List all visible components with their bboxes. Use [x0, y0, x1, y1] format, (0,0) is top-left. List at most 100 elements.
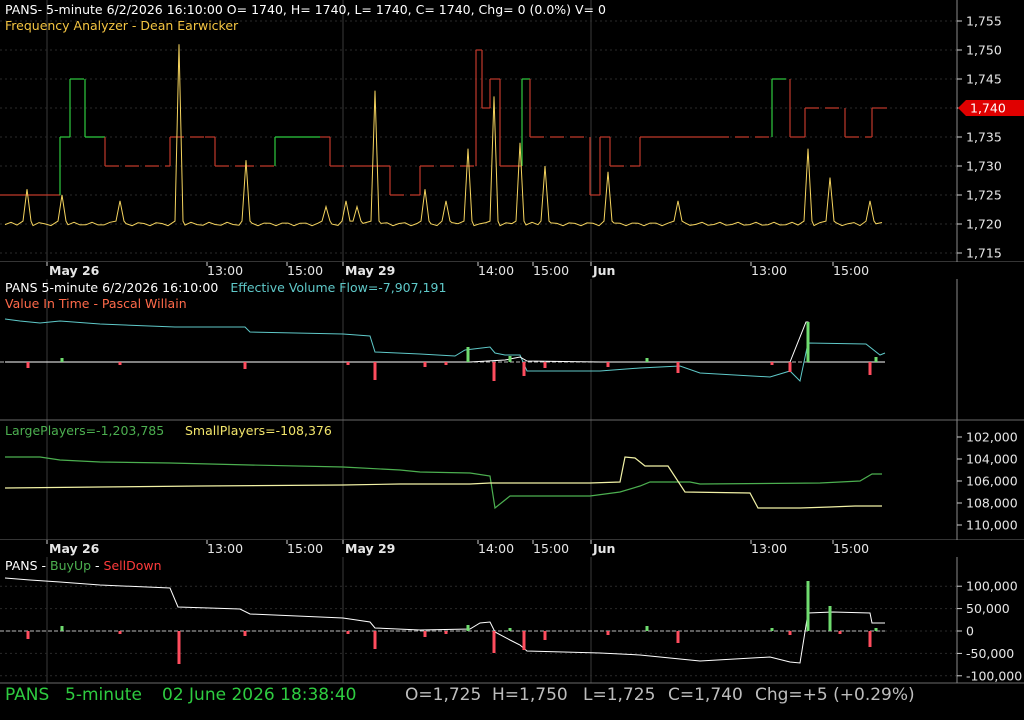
date-axis-bottom: May 26 13:00 15:00 May 29 14:00 15:00 Jun 13:00…: [0, 540, 1024, 557]
date-axis-label: May 26: [49, 541, 100, 556]
players-series: [4, 456, 882, 510]
volume-bar: [373, 362, 377, 380]
small-players-line: [4, 456, 882, 509]
buyup-selldown-bar: [676, 631, 680, 643]
buyup-selldown-bar: [444, 631, 448, 634]
volume-bar: [868, 362, 872, 375]
effective-volume-flow-label: Effective Volume Flow=-7,907,191: [230, 280, 446, 295]
buyup-selldown-panel[interactable]: 100,000 50,000 0 -50,000 -100,000 PANS - Buy…: [0, 558, 1022, 683]
volume-bar: [788, 362, 792, 372]
date-axis-label: 15:00: [287, 541, 323, 556]
volume-bar: [770, 362, 774, 365]
price-panel[interactable]: 1,755 1,750 1,745 1,735 1,730 1,725 1,720 1,715…: [0, 2, 1024, 261]
players-axis-label: 104,000: [966, 452, 1018, 467]
volume-bar: [466, 347, 470, 362]
buyup-selldown-bar: [645, 626, 649, 631]
buyup-selldown-bar: [373, 631, 377, 649]
buyup-selldown-bar: [606, 631, 610, 635]
price-axis: 1,755 1,750 1,745 1,735 1,730 1,725 1,720 1,715: [957, 14, 1002, 261]
buyup-selldown-bar: [492, 631, 496, 653]
price-axis-label: 1,755: [966, 14, 1002, 29]
date-axis-label: Jun: [592, 263, 615, 278]
players-axis-label: 102,000: [966, 430, 1018, 445]
status-change: Chg=+5 (+0.29%): [755, 685, 915, 705]
volume-bar: [543, 362, 547, 368]
date-axis-label: 13:00: [207, 541, 243, 556]
volume-bar: [508, 356, 512, 362]
volume-bar: [492, 362, 496, 381]
value-in-time-series: [0, 318, 886, 383]
price-line: [0, 49, 887, 196]
buyup-selldown-bar: [770, 628, 774, 631]
buyup-selldown-bar: [508, 628, 512, 631]
date-axis-label: May 29: [345, 263, 395, 278]
buyup-selldown-bar: [788, 631, 792, 635]
volume-bar: [243, 362, 247, 369]
buyup-selldown-dash: -: [95, 558, 100, 573]
volume-bar: [423, 362, 427, 367]
value-in-time-panel[interactable]: PANS 5-minute 6/2/2026 16:10:00 Effectiv…: [0, 280, 886, 383]
status-close: C=1,740: [668, 685, 743, 705]
price-axis-label: 1,720: [966, 217, 1002, 232]
value-in-time-indicator-label: Value In Time - Pascal Willain: [5, 296, 187, 311]
volume-bar: [118, 362, 122, 365]
buyup-axis-label: -100,000: [966, 668, 1022, 683]
buyup-selldown-bar: [60, 626, 64, 631]
buyup-selldown-bar: [26, 631, 30, 639]
buyup-selldown-bar: [874, 628, 878, 631]
buyup-selldown-bar: [543, 631, 547, 640]
last-price-tag: 1,740: [958, 100, 1024, 116]
value-in-time-symbol: PANS 5-minute 6/2/2026 16:10:00: [5, 280, 218, 295]
volume-bar: [26, 362, 30, 368]
volume-bar: [874, 357, 878, 362]
players-axis-label: 106,000: [966, 474, 1018, 489]
volume-bar: [444, 362, 448, 365]
price-axis-label: 1,735: [966, 130, 1002, 145]
date-axis-label: 13:00: [751, 263, 787, 278]
buyup-selldown-bar: [838, 631, 842, 634]
panel-borders: [0, 0, 1024, 684]
large-players-line: [5, 456, 882, 510]
status-bar: PANS 5-minute 02 June 2026 18:38:40 O=1,…: [0, 683, 1024, 709]
status-datetime: 02 June 2026 18:38:40: [162, 685, 357, 705]
buyup-axis-label: 0: [966, 624, 974, 639]
date-axis-top: May 26 13:00 15:00 May 29 14:00 15:00 Jun 13:00…: [0, 262, 1024, 279]
chart-canvas: 1,755 1,750 1,745 1,735 1,730 1,725 1,720 1,715…: [0, 0, 1024, 684]
buyup-selldown-title: PANS - BuyUp - SellDown: [5, 558, 162, 573]
players-axis-label: 108,000: [966, 496, 1018, 511]
status-open: O=1,725: [405, 685, 482, 705]
volume-bar: [806, 322, 810, 362]
buyup-selldown-prefix: PANS -: [5, 558, 50, 573]
frequency-indicator-label: Frequency Analyzer - Dean Earwicker: [5, 18, 239, 33]
buyup-axis-label: -50,000: [966, 646, 1014, 661]
buyup-axis-label: 100,000: [966, 579, 1018, 594]
buyup-selldown-bar: [828, 606, 832, 631]
buyup-selldown-bar: [806, 581, 810, 631]
price-axis-label: 1,725: [966, 188, 1002, 203]
buyup-selldown-bar: [466, 625, 470, 631]
frequency-line: [4, 44, 883, 227]
status-symbol: PANS: [5, 685, 50, 705]
buyup-selldown-axis: 100,000 50,000 0 -50,000 -100,000: [957, 579, 1022, 683]
price-axis-label: 1,730: [966, 159, 1002, 174]
selldown-label: SellDown: [104, 558, 162, 573]
date-axis-label: 13:00: [207, 263, 243, 278]
white-series: [5, 321, 885, 363]
date-axis-label: 14:00: [478, 541, 514, 556]
price-axis-label: 1,745: [966, 72, 1002, 87]
date-axis-label: May 26: [49, 263, 100, 278]
volume-bar: [60, 358, 64, 362]
volume-bar: [606, 362, 610, 367]
buyup-selldown-bar: [522, 631, 526, 650]
players-panel[interactable]: 102,000 104,000 106,000 108,000 110,000 Larg…: [4, 423, 1018, 533]
large-players-label: LargePlayers=-1,203,785: [5, 423, 164, 438]
price-axis-label: 1,750: [966, 43, 1002, 58]
value-in-time-header: PANS 5-minute 6/2/2026 16:10:00 Effectiv…: [5, 280, 446, 295]
date-axis-label: 15:00: [533, 541, 569, 556]
date-axis-label: May 29: [345, 541, 395, 556]
buyup-cumulative-line: [4, 577, 885, 664]
buyup-selldown-bar: [243, 631, 247, 636]
status-high: H=1,750: [492, 685, 568, 705]
date-axis-label: 14:00: [478, 263, 514, 278]
buyup-selldown-series: [0, 577, 885, 664]
